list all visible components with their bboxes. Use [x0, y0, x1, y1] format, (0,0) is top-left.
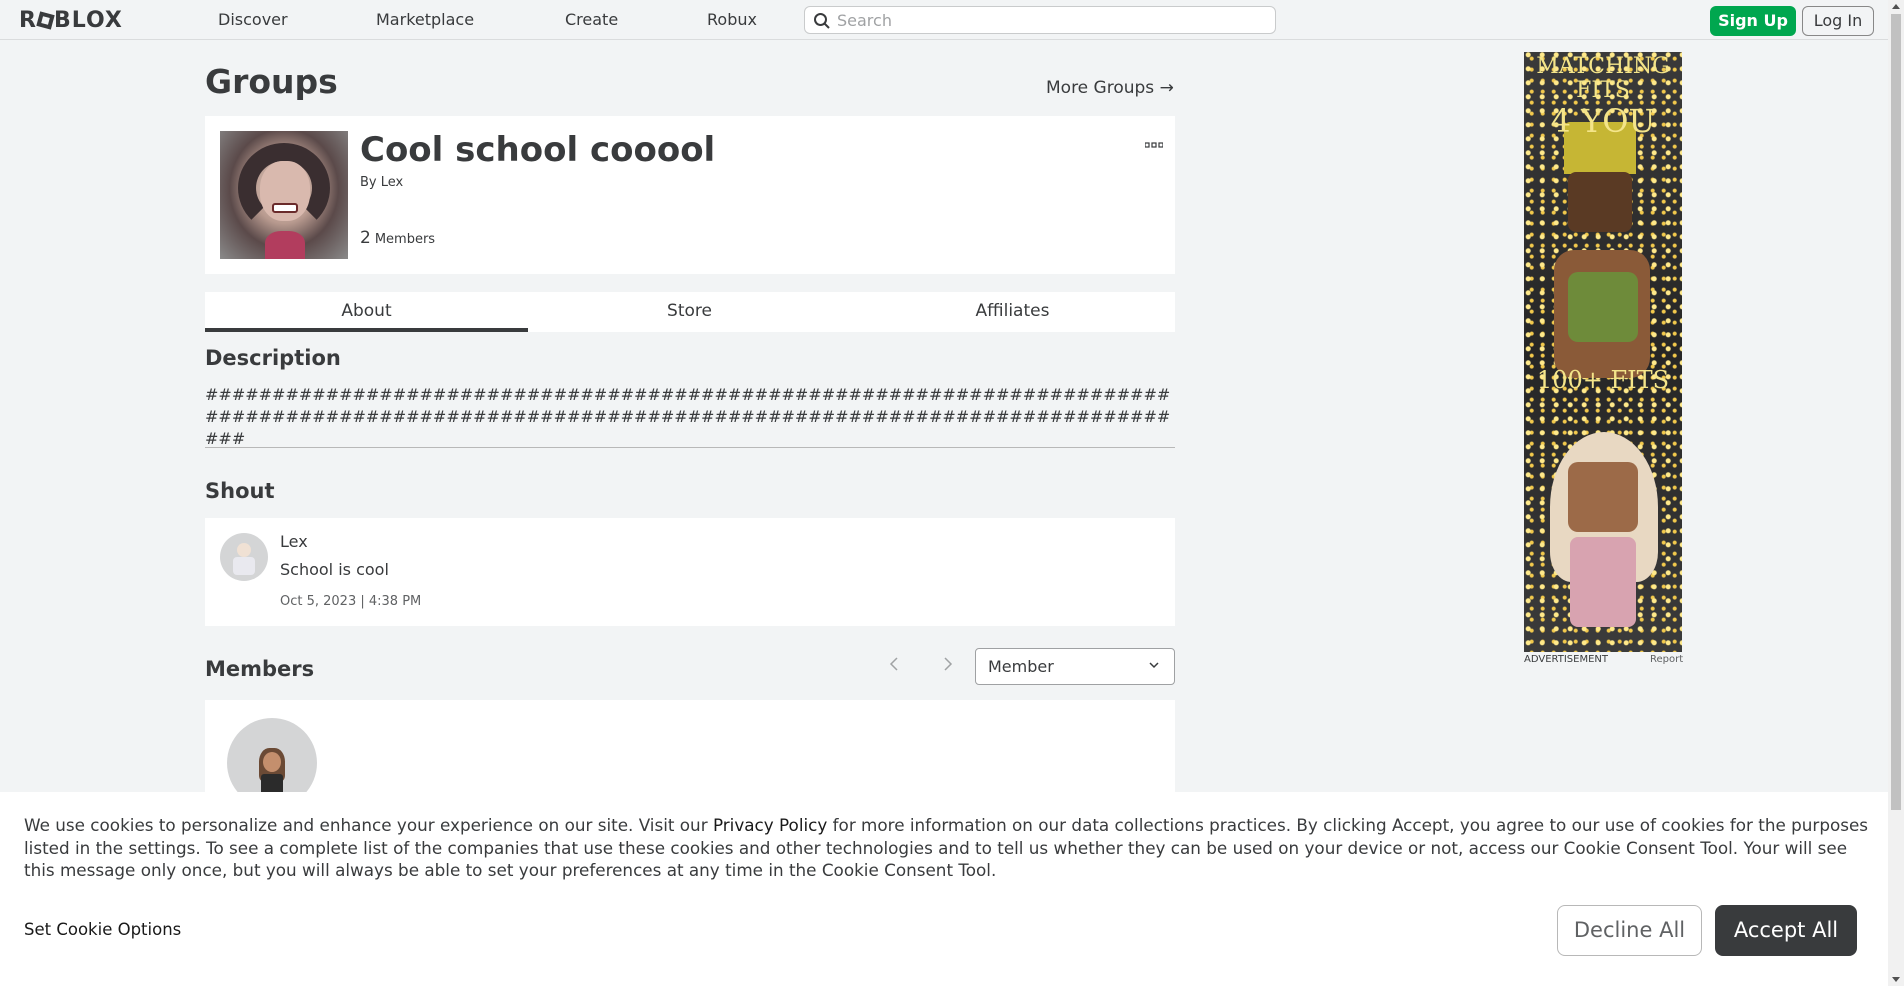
- shout-username[interactable]: Lex: [280, 532, 308, 551]
- ad-headline-2: FITS: [1576, 78, 1630, 103]
- cookie-message: We use cookies to personalize and enhanc…: [24, 814, 1870, 882]
- ad-report-link[interactable]: Report: [1650, 654, 1683, 665]
- member-avatar-head-shape: [263, 752, 281, 772]
- search-input[interactable]: [837, 9, 1267, 31]
- by-label: By: [360, 175, 377, 190]
- ad-headline-1: MATCHING: [1536, 54, 1670, 79]
- scrollbar-thumb[interactable]: [1891, 14, 1901, 810]
- role-select-dropdown[interactable]: Member: [975, 648, 1175, 685]
- vertical-scrollbar[interactable]: [1888, 0, 1904, 986]
- ad-figure-head-shape: [1568, 172, 1632, 232]
- description-heading: Description: [205, 346, 341, 370]
- ad-headline-3: 4 YOU: [1550, 102, 1656, 140]
- tab-about[interactable]: About: [205, 292, 528, 332]
- chevron-down-icon: [1149, 662, 1159, 669]
- members-heading: Members: [205, 657, 315, 681]
- section-divider: [205, 447, 1175, 448]
- tab-affiliates[interactable]: Affiliates: [851, 292, 1174, 332]
- roblox-logo[interactable]: R BLOX: [19, 8, 123, 33]
- avatar[interactable]: [220, 533, 268, 581]
- scroll-up-arrow-icon[interactable]: [1892, 4, 1900, 9]
- ad-girl-face-shape: [1568, 462, 1638, 532]
- decline-all-button[interactable]: Decline All: [1557, 905, 1702, 956]
- role-select-value: Member: [988, 657, 1054, 676]
- shout-heading: Shout: [205, 479, 275, 503]
- page-title: Groups: [205, 62, 338, 101]
- group-emblem-image: [220, 131, 348, 259]
- search-icon: [814, 13, 830, 29]
- accept-all-button[interactable]: Accept All: [1715, 905, 1857, 956]
- chevron-right-icon[interactable]: [942, 656, 954, 677]
- logo-o-icon: [36, 11, 55, 30]
- nav-discover[interactable]: Discover: [218, 10, 288, 29]
- more-dots-icon[interactable]: [1144, 133, 1164, 152]
- emblem-mouth-shape: [272, 203, 298, 213]
- advertisement-label: ADVERTISEMENT: [1524, 654, 1609, 665]
- tab-store[interactable]: Store: [528, 292, 851, 332]
- members-list-card: [205, 700, 1175, 808]
- shout-text: School is cool: [280, 560, 389, 579]
- ad-girl-body-shape: [1570, 537, 1636, 627]
- member-count-value: 2: [360, 228, 371, 248]
- nav-create[interactable]: Create: [565, 10, 618, 29]
- chevron-left-icon[interactable]: [888, 656, 900, 677]
- shout-card: Lex School is cool Oct 5, 2023 | 4:38 PM: [205, 518, 1175, 626]
- advertisement-banner[interactable]: MATCHING FITS 4 YOU 100+ FITS: [1524, 52, 1682, 652]
- ad-figure-shirt-shape: [1568, 272, 1638, 342]
- group-owner-link[interactable]: Lex: [381, 175, 403, 190]
- top-navigation-bar: R BLOX Discover Marketplace Create Robux …: [0, 0, 1888, 40]
- sign-up-button[interactable]: Sign Up: [1710, 6, 1796, 36]
- logo-letter-r: R: [19, 8, 37, 33]
- nav-marketplace[interactable]: Marketplace: [376, 10, 474, 29]
- log-in-button[interactable]: Log In: [1802, 6, 1874, 36]
- shout-date: Oct 5, 2023 | 4:38 PM: [280, 594, 422, 609]
- search-box: [804, 6, 1276, 34]
- member-count-label: Members: [374, 232, 436, 247]
- avatar-body-shape: [233, 557, 255, 575]
- group-owner-line: By Lex: [360, 175, 403, 190]
- cookie-consent-banner: We use cookies to personalize and enhanc…: [0, 792, 1888, 986]
- emblem-collar-shape: [265, 231, 305, 259]
- more-groups-link[interactable]: More Groups →: [1046, 78, 1174, 98]
- nav-robux[interactable]: Robux: [707, 10, 757, 29]
- group-name: Cool school cooool: [360, 130, 716, 170]
- description-text: ########################################…: [205, 385, 1171, 448]
- logo-letters-blox: BLOX: [53, 8, 123, 33]
- scroll-down-arrow-icon[interactable]: [1892, 977, 1900, 982]
- cookie-text-before: We use cookies to personalize and enhanc…: [24, 815, 713, 835]
- member-count: 2 Members: [360, 228, 435, 248]
- avatar-head-shape: [237, 543, 251, 557]
- group-tabs: About Store Affiliates: [205, 292, 1175, 332]
- set-cookie-options-link[interactable]: Set Cookie Options: [24, 920, 181, 939]
- ad-headline-4: 100+ FITS: [1536, 366, 1670, 394]
- privacy-policy-link[interactable]: Privacy Policy: [713, 815, 827, 835]
- group-header-card: Cool school cooool By Lex 2 Members: [205, 116, 1175, 274]
